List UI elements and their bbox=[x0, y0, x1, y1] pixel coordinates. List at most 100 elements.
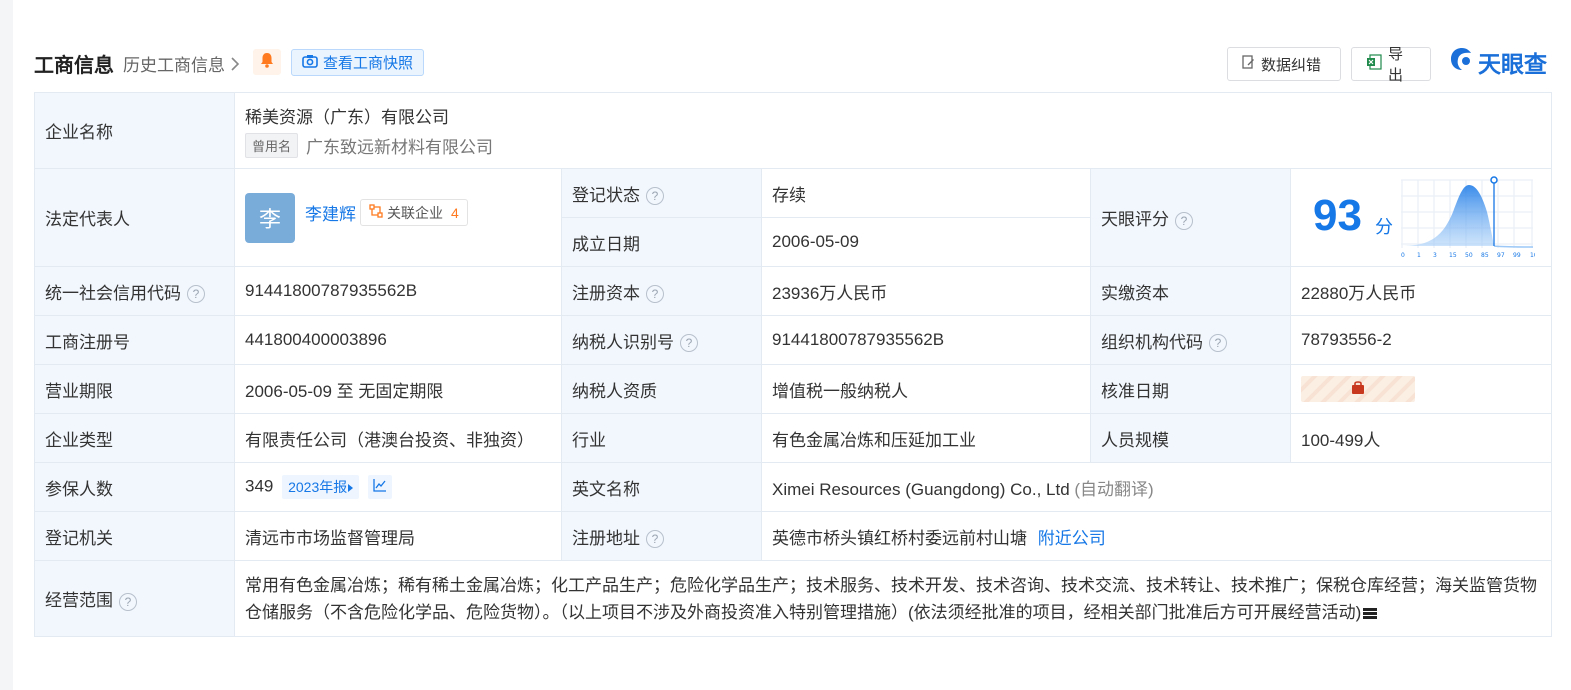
table-row: 工商注册号 441800400003896 纳税人识别号? 9144180078… bbox=[34, 315, 1553, 365]
reg-status-label-cell: 登记状态? bbox=[561, 168, 762, 218]
credit-code-label-cell: 统一社会信用代码? bbox=[34, 266, 235, 316]
former-name-tag: 曾用名 bbox=[245, 133, 299, 158]
table-row: 参保人数 349 2023年报 英文名称 Ximei Resources (Gu… bbox=[34, 462, 1553, 512]
company-name: 稀美资源（广东）有限公司 bbox=[245, 108, 449, 127]
score-label: 天眼评分 bbox=[1101, 210, 1169, 229]
company-name-label: 企业名称 bbox=[34, 92, 235, 169]
company-name-cell: 稀美资源（广东）有限公司 曾用名 广东致远新材料有限公司 bbox=[233, 92, 1553, 169]
english-name-label: 英文名称 bbox=[561, 462, 762, 512]
english-name-cell: Ximei Resources (Guangdong) Co., Ltd (自动… bbox=[760, 462, 1553, 512]
org-code-label: 组织机构代码 bbox=[1101, 332, 1203, 352]
help-icon[interactable]: ? bbox=[119, 592, 137, 611]
company-type-label: 企业类型 bbox=[34, 413, 235, 463]
business-info-table: 企业名称 稀美资源（广东）有限公司 曾用名 广东致远新材料有限公司 法定代表人 … bbox=[34, 92, 1553, 637]
help-icon[interactable]: ? bbox=[680, 334, 698, 353]
legal-rep-label: 法定代表人 bbox=[34, 168, 235, 267]
annual-report-tag[interactable]: 2023年报 bbox=[282, 475, 360, 499]
excel-icon bbox=[1366, 54, 1382, 74]
org-code-value: 78793556-2 bbox=[1289, 315, 1553, 365]
score-cell[interactable]: 93 分 0 1 3 15 50 85 97 99 100 bbox=[1289, 168, 1553, 267]
org-code-label-cell: 组织机构代码? bbox=[1090, 315, 1291, 365]
locked-value-button[interactable] bbox=[1301, 376, 1415, 402]
insured-cell: 349 2023年报 bbox=[234, 462, 562, 512]
industry-value: 有色金属冶炼和压延加工业 bbox=[761, 413, 1091, 463]
credit-code-value: 91441800787935562B bbox=[234, 266, 562, 316]
address-label: 注册地址 bbox=[572, 528, 640, 548]
score-distribution-chart: 0 1 3 15 50 85 97 99 100 bbox=[1401, 176, 1535, 259]
score-axis-tick: 85 bbox=[1481, 252, 1489, 259]
authority-label: 登记机关 bbox=[34, 511, 235, 561]
tianyancha-logo-icon bbox=[1449, 46, 1475, 78]
score-axis-tick: 97 bbox=[1497, 252, 1505, 259]
monitor-bell-button[interactable] bbox=[253, 49, 281, 75]
reg-capital-label: 注册资本 bbox=[572, 283, 640, 303]
authority-value: 清远市市场监督管理局 bbox=[234, 511, 562, 561]
snapshot-button[interactable]: 查看工商快照 bbox=[291, 49, 425, 76]
address-label-cell: 注册地址? bbox=[561, 511, 762, 561]
score-unit: 分 bbox=[1375, 217, 1393, 237]
legal-rep-name[interactable]: 李建辉 bbox=[305, 200, 356, 225]
tax-id-label-cell: 纳税人识别号? bbox=[561, 315, 762, 365]
reg-number-value: 441800400003896 bbox=[234, 315, 562, 365]
section-title: 工商信息 bbox=[34, 55, 114, 77]
help-icon[interactable]: ? bbox=[1209, 334, 1227, 353]
bell-icon bbox=[260, 52, 274, 73]
section-header: 工商信息 历史工商信息 查看工商快照 数据纠错 导出 天眼查 bbox=[34, 44, 1551, 84]
help-icon[interactable]: ? bbox=[646, 530, 664, 549]
legal-rep-cell: 李 李建辉 关联企业 4 bbox=[234, 168, 562, 267]
line-chart-icon bbox=[373, 477, 387, 497]
history-link[interactable]: 历史工商信息 bbox=[123, 51, 240, 76]
related-companies-label: 关联企业 bbox=[387, 204, 443, 221]
export-button[interactable]: 导出 bbox=[1351, 46, 1431, 84]
paid-capital-label: 实缴资本 bbox=[1090, 266, 1291, 316]
founded-label: 成立日期 bbox=[561, 217, 762, 267]
caret-right-icon bbox=[347, 479, 354, 495]
trend-chart-button[interactable] bbox=[368, 475, 392, 499]
score-axis-tick: 15 bbox=[1449, 252, 1457, 259]
data-correct-button[interactable]: 数据纠错 bbox=[1227, 47, 1341, 81]
scope-label: 经营范围 bbox=[45, 591, 113, 610]
paid-capital-value: 22880万人民币 bbox=[1289, 266, 1553, 316]
former-name-value: 广东致远新材料有限公司 bbox=[306, 138, 494, 157]
address-cell: 英德市桥头镇红桥村委远前村山塘 附近公司 bbox=[760, 511, 1553, 561]
tax-id-value: 91441800787935562B bbox=[761, 315, 1091, 365]
left-scroll-gutter bbox=[0, 0, 13, 690]
credit-code-label: 统一社会信用代码 bbox=[45, 283, 181, 303]
table-row: 登记机关 清远市市场监督管理局 注册地址? 英德市桥头镇红桥村委远前村山塘 附近… bbox=[34, 511, 1553, 561]
brand-name: 天眼查 bbox=[1478, 51, 1547, 77]
score-axis-tick: 50 bbox=[1465, 252, 1473, 259]
table-row: 法定代表人 李 李建辉 关联企业 4 登记状态? 存续 天眼评分? 93 分 0… bbox=[34, 168, 1553, 267]
address-value: 英德市桥头镇红桥村委远前村山塘 bbox=[772, 528, 1027, 548]
export-label: 导出 bbox=[1388, 46, 1404, 84]
nearby-companies-link[interactable]: 附近公司 bbox=[1038, 529, 1106, 548]
auto-translate-note: (自动翻译) bbox=[1074, 479, 1154, 499]
reg-status-value: 存续 bbox=[761, 168, 1091, 218]
business-term-value: 2006-05-09 至 无固定期限 bbox=[234, 364, 562, 414]
scope-value: 常用有色金属冶炼；稀有稀土金属冶炼；化工产品生产；危险化学品生产；技术服务、技术… bbox=[245, 575, 1537, 622]
avatar[interactable]: 李 bbox=[245, 192, 295, 243]
related-companies-count: 4 bbox=[451, 204, 459, 221]
staff-size-value: 100-499人 bbox=[1289, 413, 1553, 463]
table-row: 营业期限 2006-05-09 至 无固定期限 纳税人资质 增值税一般纳税人 核… bbox=[34, 364, 1553, 414]
help-icon[interactable]: ? bbox=[646, 187, 664, 206]
help-icon[interactable]: ? bbox=[1175, 211, 1193, 230]
reg-capital-value: 23936万人民币 bbox=[761, 266, 1091, 316]
help-icon[interactable]: ? bbox=[646, 285, 664, 304]
reg-status-label: 登记状态 bbox=[572, 185, 640, 205]
approval-date-label: 核准日期 bbox=[1090, 364, 1291, 414]
related-companies-button[interactable]: 关联企业 4 bbox=[360, 199, 468, 226]
data-correct-label: 数据纠错 bbox=[1261, 56, 1322, 74]
expand-more-icon[interactable] bbox=[1363, 607, 1378, 619]
taxpayer-type-value: 增值税一般纳税人 bbox=[761, 364, 1091, 414]
founded-value: 2006-05-09 bbox=[761, 217, 1091, 267]
help-icon[interactable]: ? bbox=[187, 285, 205, 304]
edit-doc-icon bbox=[1242, 54, 1255, 74]
lock-icon bbox=[1351, 379, 1365, 399]
camera-icon bbox=[302, 54, 318, 72]
english-name-value: Ximei Resources (Guangdong) Co., Ltd bbox=[772, 479, 1070, 499]
reg-capital-label-cell: 注册资本? bbox=[561, 266, 762, 316]
staff-size-label: 人员规模 bbox=[1090, 413, 1291, 463]
business-term-label: 营业期限 bbox=[34, 364, 235, 414]
table-row: 统一社会信用代码? 91441800787935562B 注册资本? 23936… bbox=[34, 266, 1553, 316]
taxpayer-type-label: 纳税人资质 bbox=[561, 364, 762, 414]
